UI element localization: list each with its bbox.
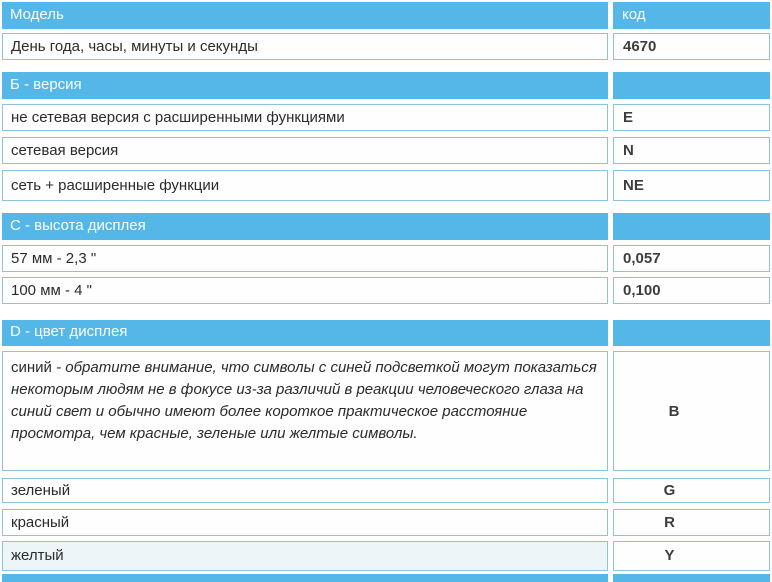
section-header-row: D - цвет дисплея <box>2 320 772 346</box>
table-row: синий - обратите внимание, что символы с… <box>2 351 772 471</box>
row-label-cell: День года, часы, минуты и секунды <box>2 33 608 60</box>
table-row: не сетевая версия с расширенными функция… <box>2 104 772 131</box>
section-header-row: Б - версия <box>2 72 772 99</box>
row-label-cell: зеленый <box>2 478 608 503</box>
row-label-cell: красный <box>2 509 608 536</box>
section-empty-cell <box>613 320 770 346</box>
row-label-cell: сетевая версия <box>2 137 608 164</box>
table-row: День года, часы, минуты и секунды 4670 <box>2 33 772 60</box>
table-row: 100 мм - 4 " 0,100 <box>2 277 772 304</box>
row-code-cell: Y <box>613 541 770 571</box>
row-label-cell: сеть + расширенные функции <box>2 170 608 201</box>
section-title-cell: Б - версия <box>2 72 608 99</box>
clipped-section-bar <box>2 574 772 582</box>
row-label-cell: желтый <box>2 541 608 571</box>
row-code-cell: G <box>613 478 770 503</box>
section-title-cell: C - высота дисплея <box>2 213 608 240</box>
clipped-bar-left <box>2 574 608 582</box>
table-header-row: Модель код <box>2 2 772 29</box>
row-code-cell: E <box>613 104 770 131</box>
row-code-cell: R <box>613 509 770 536</box>
note-body-text: - обратите внимание, что символы с синей… <box>11 359 597 442</box>
table-row: желтый Y <box>2 541 772 571</box>
row-code-cell: 0,057 <box>613 245 770 272</box>
row-code-cell: N <box>613 137 770 164</box>
row-code-cell: 0,100 <box>613 277 770 304</box>
table-row: сеть + расширенные функции NE <box>2 170 772 201</box>
table-row: красный R <box>2 509 772 536</box>
note-lead-word: синий <box>11 359 52 376</box>
section-empty-cell <box>613 72 770 99</box>
clipped-bar-right <box>613 574 770 582</box>
row-label-cell: 57 мм - 2,3 " <box>2 245 608 272</box>
section-empty-cell <box>613 213 770 240</box>
table-row: 57 мм - 2,3 " 0,057 <box>2 245 772 272</box>
row-label-cell: 100 мм - 4 " <box>2 277 608 304</box>
row-code-cell: B <box>613 351 770 471</box>
section-title-cell: D - цвет дисплея <box>2 320 608 346</box>
row-code-cell: NE <box>613 170 770 201</box>
row-code-cell: 4670 <box>613 33 770 60</box>
section-header-row: C - высота дисплея <box>2 213 772 240</box>
row-label-cell: не сетевая версия с расширенными функция… <box>2 104 608 131</box>
blue-note-cell: синий - обратите внимание, что символы с… <box>2 351 608 471</box>
header-code-cell: код <box>613 2 770 29</box>
model-code-table: Модель код День года, часы, минуты и сек… <box>0 0 772 582</box>
header-model-cell: Модель <box>2 2 608 29</box>
table-row: сетевая версия N <box>2 137 772 164</box>
table-row: зеленый G <box>2 478 772 503</box>
